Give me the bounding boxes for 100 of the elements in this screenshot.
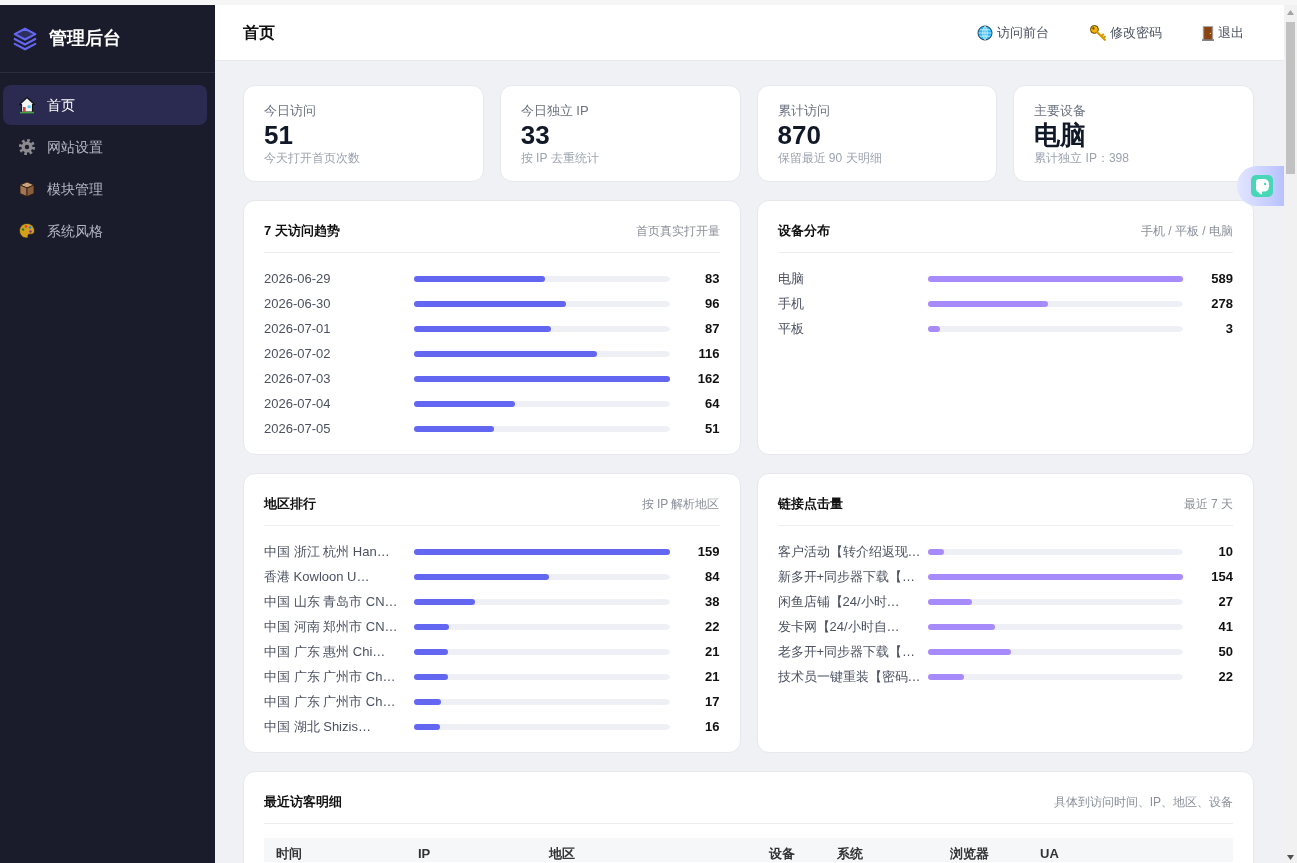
row-label: 2026-07-04 (264, 394, 332, 413)
row-label: 中国 广东 广州市 Ch… (264, 667, 397, 686)
row-value: 116 (697, 344, 720, 363)
sidebar-item[interactable]: 首页 (3, 85, 207, 125)
scroll-up-arrow-icon[interactable] (1287, 10, 1294, 15)
row-label: 中国 广东 惠州 Chi… (264, 642, 387, 661)
stat-value: 33 (520, 121, 551, 149)
stat-value: 870 (777, 121, 822, 149)
row-label: 老多开+同步器下载【… (777, 642, 917, 661)
brand-title: 管理后台 (49, 27, 121, 50)
row-label: 香港 Kowloon U… (264, 567, 371, 586)
door-icon (1202, 24, 1214, 41)
scrollbar-thumb[interactable] (1286, 22, 1295, 174)
stat-value: 51 (264, 121, 294, 149)
row-value: 16 (704, 717, 720, 736)
column-header: IP (406, 838, 537, 862)
assistant-button[interactable] (1237, 166, 1284, 206)
row-label: 中国 浙江 杭州 Han… (264, 542, 391, 561)
row-label: 电脑 (777, 269, 805, 288)
panel-subtitle: 按 IP 解析地区 (641, 496, 720, 513)
row-value: 96 (704, 294, 720, 313)
stat-label: 今日访问 (264, 102, 317, 120)
column-header: 时间 (264, 838, 406, 862)
palette-icon (18, 222, 36, 240)
row-value: 83 (704, 269, 720, 288)
gear-icon (18, 138, 36, 156)
row-value: 51 (704, 419, 720, 438)
row-value: 87 (704, 319, 720, 338)
column-header: 浏览器 (938, 838, 1028, 862)
row-label: 2026-06-30 (264, 294, 332, 313)
row-label: 2026-07-01 (264, 319, 332, 338)
row-value: 41 (1217, 617, 1233, 636)
sidebar-item[interactable]: 系统风格 (3, 211, 207, 251)
row-value: 589 (1210, 269, 1233, 288)
header-link[interactable]: 修改密码 (1089, 22, 1162, 43)
house-icon (18, 96, 36, 114)
panel-title: 7 天访问趋势 (264, 222, 340, 240)
chat-bubble-icon (1251, 175, 1273, 197)
row-label: 发卡网【24/小时自… (777, 617, 901, 636)
panel-title: 最近访客明细 (264, 793, 342, 811)
column-header: 设备 (757, 838, 825, 862)
header-link[interactable]: 访问前台 (977, 22, 1049, 43)
row-value: 21 (704, 667, 720, 686)
column-header: 系统 (825, 838, 938, 862)
row-label: 2026-06-29 (264, 269, 332, 288)
key-icon (1089, 24, 1106, 41)
row-label: 中国 湖北 Shizis… (264, 717, 372, 736)
row-label: 2026-07-02 (264, 344, 332, 363)
row-value: 159 (696, 542, 720, 561)
row-label: 平板 (777, 319, 805, 338)
panel-subtitle: 首页真实打开量 (635, 223, 720, 240)
panel-title: 设备分布 (777, 222, 830, 240)
column-header: 地区 (537, 838, 757, 862)
row-value: 27 (1217, 592, 1233, 611)
scroll-down-arrow-icon[interactable] (1287, 855, 1294, 860)
panel-title: 链接点击量 (777, 495, 843, 513)
stat-note: 保留最近 90 天明细 (777, 150, 883, 167)
row-label: 中国 山东 青岛市 CN… (264, 592, 399, 611)
stat-label: 今日独立 IP (520, 102, 590, 120)
row-label: 闲鱼店铺【24/小时… (777, 592, 901, 611)
scrollbar[interactable] (1284, 5, 1297, 863)
row-value: 3 (1224, 319, 1233, 338)
row-value: 17 (704, 692, 720, 711)
row-label: 技术员一键重装【密码… (777, 667, 922, 686)
sidebar-item[interactable]: 网站设置 (3, 127, 207, 167)
column-header: UA (1028, 838, 1233, 862)
box-icon (18, 180, 36, 198)
layers-logo-icon (12, 25, 38, 52)
row-value: 154 (1210, 567, 1233, 586)
stat-note: 今天打开首页次数 (264, 150, 361, 167)
row-value: 84 (704, 567, 720, 586)
row-label: 新多开+同步器下载【… (777, 567, 917, 586)
row-label: 2026-07-05 (264, 419, 332, 438)
sidebar-item[interactable]: 模块管理 (3, 169, 207, 209)
stat-note: 累计独立 IP：398 (1034, 150, 1130, 167)
row-value: 278 (1210, 294, 1233, 313)
row-value: 50 (1217, 642, 1233, 661)
row-label: 手机 (777, 294, 805, 313)
row-label: 中国 广东 广州市 Ch… (264, 692, 397, 711)
row-value: 38 (704, 592, 720, 611)
header-link[interactable]: 退出 (1202, 22, 1244, 43)
row-value: 22 (1217, 667, 1233, 686)
row-label: 2026-07-03 (264, 369, 332, 388)
row-value: 10 (1217, 542, 1233, 561)
row-value: 21 (704, 642, 720, 661)
row-value: 64 (704, 394, 720, 413)
panel-subtitle: 手机 / 平板 / 电脑 (1141, 223, 1233, 240)
stat-value: 电脑 (1034, 121, 1088, 149)
row-value: 22 (704, 617, 720, 636)
stat-label: 主要设备 (1034, 102, 1088, 120)
row-label: 客户活动【转介绍返现… (777, 542, 922, 561)
row-label: 中国 河南 郑州市 CN… (264, 617, 399, 636)
page-title: 首页 (243, 22, 275, 43)
stat-note: 按 IP 去重统计 (520, 150, 600, 167)
stat-label: 累计访问 (777, 102, 831, 120)
row-value: 162 (696, 369, 720, 388)
panel-subtitle: 最近 7 天 (1183, 496, 1233, 513)
panel-title: 地区排行 (264, 495, 316, 513)
globe-icon (977, 24, 993, 41)
panel-subtitle: 具体到访问时间、IP、地区、设备 (1053, 794, 1233, 811)
